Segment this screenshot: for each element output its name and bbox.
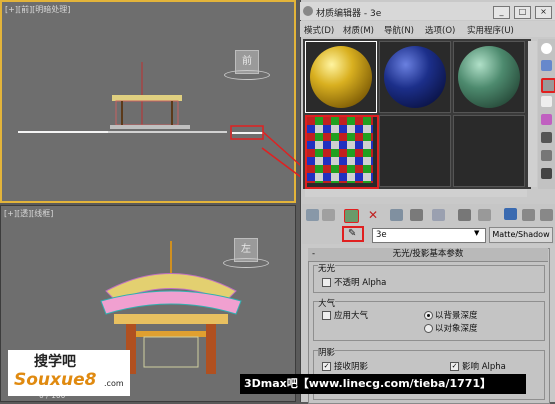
- background-checker-icon[interactable]: [541, 78, 555, 93]
- group-atmosphere-label: 大气: [318, 297, 336, 309]
- menu-material[interactable]: 材质(M): [343, 24, 374, 36]
- material-sphere-gold: [310, 46, 372, 108]
- minimize-button[interactable]: _: [493, 6, 510, 19]
- watermark-text: 3Dmax吧【www.linecg.com/tieba/1771】: [244, 377, 492, 390]
- slot-scrollbar[interactable]: [528, 41, 537, 187]
- opaque-alpha-checkbox[interactable]: [322, 278, 331, 287]
- apply-atmosphere-label: 应用大气: [334, 311, 369, 321]
- put-to-library-icon[interactable]: [432, 209, 445, 221]
- rollout-title: 无光/投影基本参数: [392, 249, 464, 259]
- sample-slot-4-selected[interactable]: [305, 115, 379, 189]
- make-unique-icon[interactable]: [410, 209, 423, 221]
- logo-suffix: .com: [104, 379, 124, 388]
- apply-atmosphere-checkbox[interactable]: [322, 311, 331, 320]
- show-end-result-icon[interactable]: [504, 208, 517, 220]
- backlight-icon[interactable]: [541, 60, 552, 71]
- select-by-material-icon[interactable]: [541, 168, 552, 179]
- material-name-field[interactable]: 3e: [372, 228, 486, 243]
- material-sphere-blue: [384, 46, 446, 108]
- opaque-alpha-label: 不透明 Alpha: [334, 278, 387, 288]
- group-atmosphere: [313, 301, 545, 341]
- go-to-parent-icon[interactable]: [522, 209, 535, 221]
- window-title: 材质编辑器 - 3e: [316, 9, 382, 19]
- logo-top: 搜学吧: [34, 354, 76, 370]
- menu-options[interactable]: 选项(O): [425, 24, 455, 36]
- material-toolbar: [302, 204, 555, 226]
- object-depth-radio[interactable]: [424, 324, 433, 333]
- slot-hscrollbar[interactable]: [305, 189, 527, 197]
- logo-bottom: Souxue8: [14, 370, 97, 390]
- site-logo: 搜学吧 Souxue8 .com: [8, 350, 130, 396]
- make-preview-icon[interactable]: [541, 132, 552, 143]
- app-icon: [303, 6, 313, 16]
- sample-slot-5[interactable]: [379, 115, 451, 187]
- rollout-header[interactable]: - 无光/投影基本参数: [308, 248, 548, 262]
- collapse-icon: -: [312, 249, 316, 259]
- background-depth-radio[interactable]: [424, 311, 433, 320]
- eyedropper-icon[interactable]: ✎: [348, 228, 356, 239]
- group-matte-label: 无光: [318, 262, 336, 274]
- affect-alpha-label: 影响 Alpha: [462, 362, 506, 372]
- video-color-check-icon[interactable]: [541, 114, 552, 125]
- affect-alpha-checkbox[interactable]: ✓: [450, 362, 459, 371]
- group-shadow-label: 阴影: [318, 346, 336, 358]
- checker-material-preview: [307, 117, 373, 183]
- sample-slot-2[interactable]: [379, 41, 451, 113]
- reset-map-icon[interactable]: ✕: [368, 209, 381, 221]
- put-material-icon[interactable]: [322, 209, 335, 221]
- material-id-channel-icon[interactable]: [458, 209, 471, 221]
- go-forward-sibling-icon[interactable]: [540, 209, 553, 221]
- menu-mode[interactable]: 模式(D): [304, 24, 334, 36]
- material-type-label: Matte/Shadow: [492, 230, 550, 239]
- menu-navigation[interactable]: 导航(N): [384, 24, 414, 36]
- close-button[interactable]: ×: [535, 6, 552, 19]
- receive-shadows-label: 接收阴影: [334, 362, 369, 372]
- show-shaded-icon[interactable]: [478, 209, 491, 221]
- object-depth-label: 以对象深度: [435, 324, 478, 334]
- copy-material-icon[interactable]: [390, 209, 403, 221]
- receive-shadows-checkbox[interactable]: ✓: [322, 362, 331, 371]
- get-material-icon[interactable]: [306, 209, 319, 221]
- maximize-button[interactable]: □: [514, 6, 531, 19]
- uv-tiling-icon[interactable]: [541, 96, 552, 107]
- options-icon[interactable]: [541, 150, 552, 161]
- material-type-button[interactable]: Matte/Shadow: [489, 227, 553, 243]
- chevron-down-icon[interactable]: ▼: [474, 229, 479, 237]
- highlight-ground-object: [230, 125, 264, 140]
- assign-material-to-selection-icon[interactable]: [344, 209, 359, 223]
- sample-slot-3[interactable]: [453, 41, 525, 113]
- material-sphere-green: [458, 46, 520, 108]
- sample-slot-6[interactable]: [453, 115, 525, 187]
- background-depth-label: 以背景深度: [435, 311, 478, 321]
- sample-slot-1[interactable]: [305, 41, 377, 113]
- menu-utilities[interactable]: 实用程序(U): [467, 24, 514, 36]
- watermark-banner: 3Dmax吧【www.linecg.com/tieba/1771】: [240, 374, 526, 394]
- sample-type-icon[interactable]: [541, 43, 552, 54]
- material-name-value: 3e: [376, 230, 387, 240]
